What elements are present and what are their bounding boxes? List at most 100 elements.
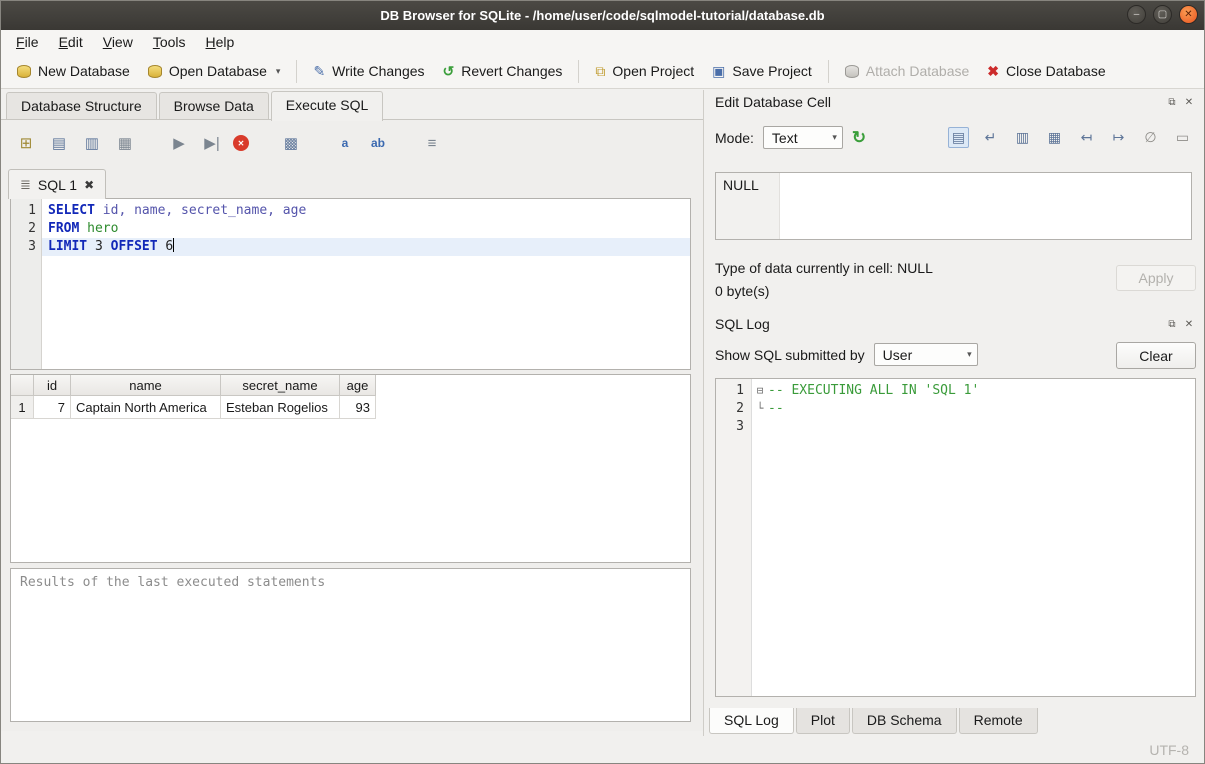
word-wrap-icon[interactable]: ↵	[980, 127, 1001, 148]
open-project-button[interactable]: ⧉ Open Project	[586, 59, 703, 83]
fold-marker-icon[interactable]: ⊟	[752, 382, 768, 400]
save-sql-file-icon[interactable]: ▥	[80, 131, 104, 155]
edit-cell-title: Edit Database Cell	[715, 94, 831, 110]
header-secret-name[interactable]: secret_name	[221, 375, 340, 395]
toolbar-separator	[578, 60, 579, 83]
log-line-number: 2	[716, 400, 744, 418]
row-number-cell[interactable]: 1	[11, 396, 34, 419]
sql-log-viewer[interactable]: 1 2 3 ⊟ -- EXECUTING ALL IN 'SQL 1' └ --	[715, 378, 1196, 697]
log-line-2: └ --	[752, 400, 1195, 418]
log-line-gutter: 1 2 3	[716, 379, 752, 696]
close-database-button[interactable]: ✖ Close Database	[978, 59, 1114, 83]
open-sql-file-icon[interactable]: ▤	[47, 131, 71, 155]
copy-icon[interactable]: ▥	[1012, 127, 1033, 148]
menu-help[interactable]: Help	[196, 32, 245, 52]
cell-editor[interactable]: NULL	[715, 172, 1192, 240]
save-project-icon: ▣	[712, 64, 725, 78]
results-message-pane[interactable]: Results of the last executed statements	[10, 568, 691, 722]
clear-log-button[interactable]: Clear	[1116, 342, 1196, 369]
submitted-by-select[interactable]: User ▾	[874, 343, 978, 366]
titlebar[interactable]: DB Browser for SQLite - /home/user/code/…	[0, 0, 1205, 30]
results-table: id name secret_name age 1 7 Captain Nort…	[10, 374, 691, 563]
set-null-icon[interactable]: ∅	[1140, 127, 1161, 148]
sql-keyword: LIMIT	[48, 239, 87, 254]
sql-tab-close-icon[interactable]: ✖	[84, 178, 94, 192]
header-id[interactable]: id	[34, 375, 71, 395]
mode-select[interactable]: Text ▾	[763, 126, 843, 149]
auto-apply-icon[interactable]: ↻	[852, 128, 866, 148]
close-button[interactable]: ✕	[1179, 5, 1198, 24]
apply-button: Apply	[1116, 265, 1196, 291]
new-sql-tab-icon[interactable]: ⊞	[14, 131, 38, 155]
line-number: 1	[11, 202, 36, 220]
open-database-dropdown-icon[interactable]: ▾	[276, 66, 281, 77]
tab-db-schema[interactable]: DB Schema	[852, 708, 957, 734]
import-cell-icon[interactable]: ↤	[1076, 127, 1097, 148]
tab-browse-data[interactable]: Browse Data	[159, 92, 269, 120]
tab-database-structure[interactable]: Database Structure	[6, 92, 157, 120]
sql-code-area[interactable]: SELECT id, name, secret_name, age FROM h…	[42, 199, 690, 369]
menu-file[interactable]: File	[6, 32, 49, 52]
print-cell-icon[interactable]: ▭	[1172, 127, 1193, 148]
submitted-by-value: User	[883, 347, 913, 363]
tab-sql-log[interactable]: SQL Log	[709, 708, 794, 734]
find-replace-icon[interactable]: ab	[366, 131, 390, 155]
execute-line-icon[interactable]: ▶|	[200, 131, 224, 155]
export-results-icon[interactable]: ▩	[279, 131, 303, 155]
tab-plot[interactable]: Plot	[796, 708, 850, 734]
menubar: File Edit View Tools Help	[0, 30, 1205, 54]
cell-age[interactable]: 93	[340, 396, 376, 419]
minimize-button[interactable]: –	[1127, 5, 1146, 24]
close-panel-icon[interactable]: ✕	[1183, 96, 1195, 108]
save-project-button[interactable]: ▣ Save Project	[703, 59, 821, 83]
cell-id[interactable]: 7	[34, 396, 71, 419]
close-database-icon: ✖	[987, 64, 999, 78]
text-view-icon[interactable]: ▤	[948, 127, 969, 148]
float-panel-icon[interactable]: ⧉	[1166, 96, 1178, 108]
menu-view[interactable]: View	[93, 32, 143, 52]
cell-name[interactable]: Captain North America	[71, 396, 221, 419]
revert-changes-label: Revert Changes	[461, 63, 562, 79]
save-project-label: Save Project	[732, 63, 811, 79]
open-database-button[interactable]: Open Database ▾	[139, 59, 290, 83]
stop-execution-icon[interactable]: ✕	[233, 135, 249, 151]
write-changes-label: Write Changes	[332, 63, 424, 79]
write-changes-button[interactable]: ✎ Write Changes	[304, 59, 433, 83]
edit-cell-mode-row: Mode: Text ▾ ↻	[715, 126, 866, 149]
sql-editor-tab[interactable]: ≣ SQL 1 ✖	[8, 169, 106, 199]
find-icon[interactable]: a	[333, 131, 357, 155]
results-table-header: id name secret_name age	[11, 375, 376, 396]
export-cell-icon[interactable]: ↦	[1108, 127, 1129, 148]
sql-editor[interactable]: 1 2 3 SELECT id, name, secret_name, age …	[10, 198, 691, 370]
header-name[interactable]: name	[71, 375, 221, 395]
format-sql-icon[interactable]: ≡	[420, 131, 444, 155]
menu-tools[interactable]: Tools	[143, 32, 196, 52]
revert-changes-button[interactable]: ↺ Revert Changes	[434, 59, 572, 83]
sql-identifiers: id, name, secret_name, age	[95, 203, 306, 218]
sql-number: 3	[87, 239, 110, 254]
float-panel-icon[interactable]: ⧉	[1166, 318, 1178, 330]
filter-label: Show SQL submitted by	[715, 347, 865, 363]
window-controls: – ▢ ✕	[1127, 5, 1198, 24]
close-database-label: Close Database	[1006, 63, 1106, 79]
execute-all-icon[interactable]: ▶	[167, 131, 191, 155]
log-line-number: 1	[716, 382, 744, 400]
new-database-icon	[17, 65, 31, 78]
attach-database-label: Attach Database	[866, 63, 970, 79]
cell-secret-name[interactable]: Esteban Rogelios	[221, 396, 340, 419]
encoding-indicator[interactable]: UTF-8	[1149, 742, 1189, 758]
print-icon[interactable]: ▦	[113, 131, 137, 155]
save-icon[interactable]: ▦	[1044, 127, 1065, 148]
corner-header-cell[interactable]	[11, 375, 34, 395]
close-panel-icon[interactable]: ✕	[1183, 318, 1195, 330]
menu-edit[interactable]: Edit	[49, 32, 93, 52]
maximize-button[interactable]: ▢	[1153, 5, 1172, 24]
tab-execute-sql[interactable]: Execute SQL	[271, 91, 384, 121]
tab-remote[interactable]: Remote	[959, 708, 1038, 734]
open-project-label: Open Project	[612, 63, 694, 79]
sql-log-panel-controls: ⧉ ✕	[1166, 318, 1195, 330]
toolbar-separator	[828, 60, 829, 83]
sql-tab-label: SQL 1	[38, 177, 77, 193]
new-database-button[interactable]: New Database	[8, 59, 139, 83]
header-age[interactable]: age	[340, 375, 376, 395]
